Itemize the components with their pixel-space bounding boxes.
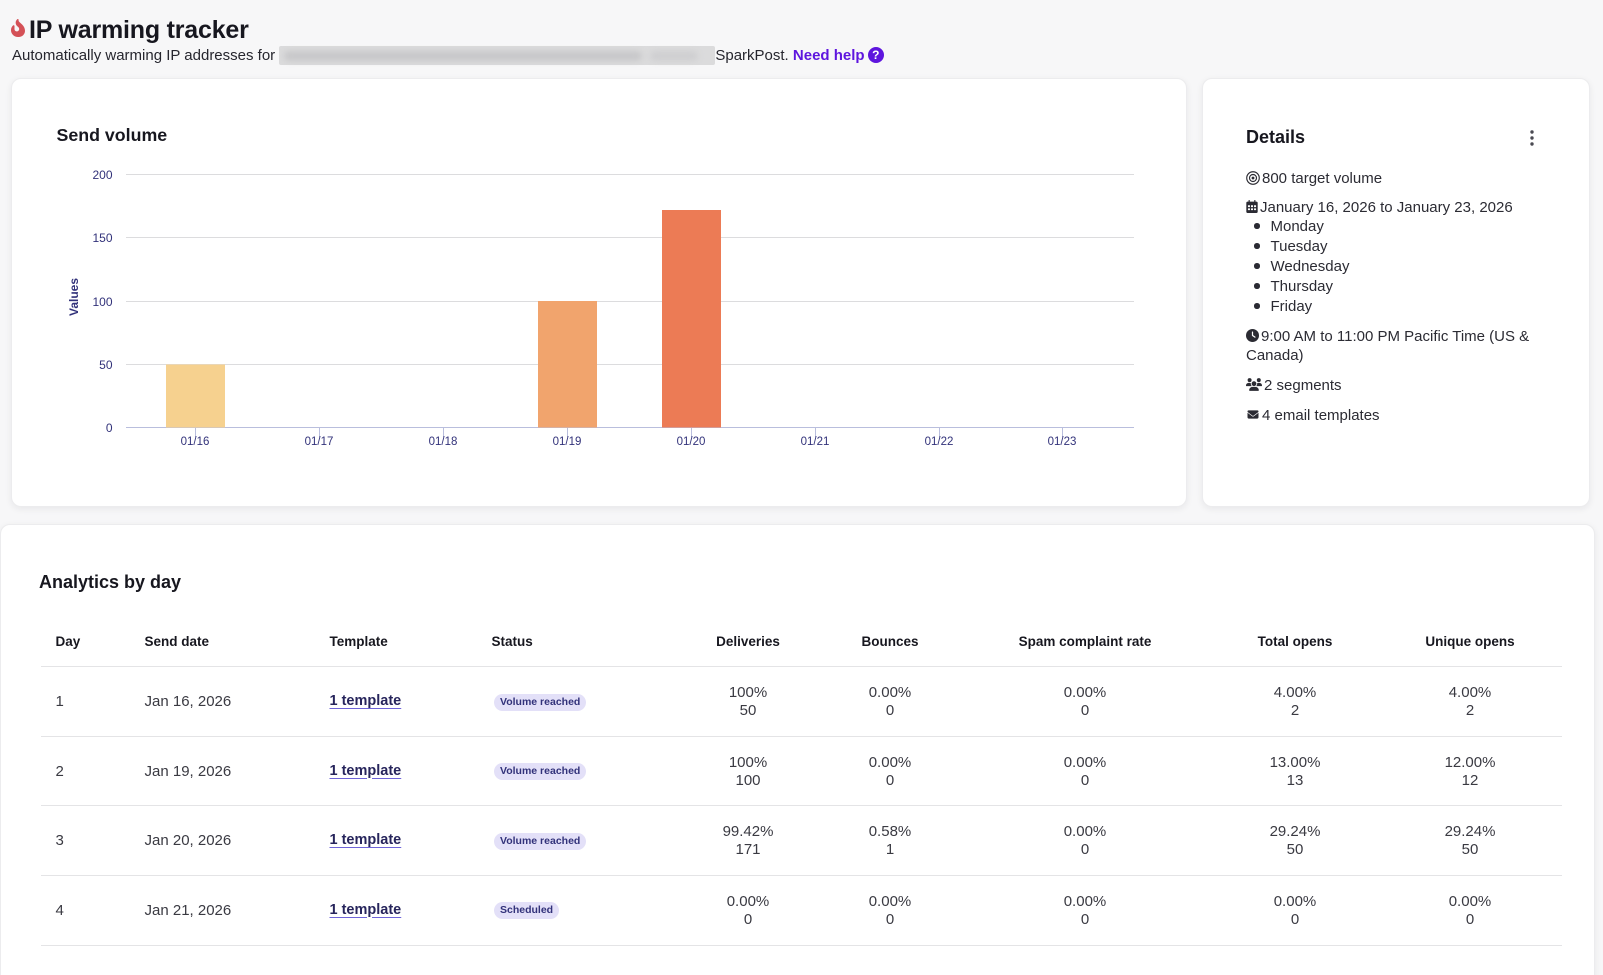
svg-text:01/22: 01/22 [925, 436, 954, 448]
svg-text:01/21: 01/21 [801, 436, 830, 448]
svg-text:01/18: 01/18 [429, 436, 458, 448]
svg-text:01/19: 01/19 [553, 436, 582, 448]
svg-text:200: 200 [92, 168, 112, 182]
svg-text:150: 150 [92, 231, 112, 245]
svg-text:Values: Values [67, 278, 81, 316]
svg-text:01/23: 01/23 [1048, 436, 1077, 448]
svg-text:50: 50 [99, 358, 113, 372]
svg-text:100: 100 [92, 295, 112, 309]
svg-text:01/16: 01/16 [181, 436, 210, 448]
svg-text:01/17: 01/17 [305, 436, 334, 448]
svg-text:0: 0 [106, 421, 113, 435]
svg-text:01/20: 01/20 [677, 436, 706, 448]
